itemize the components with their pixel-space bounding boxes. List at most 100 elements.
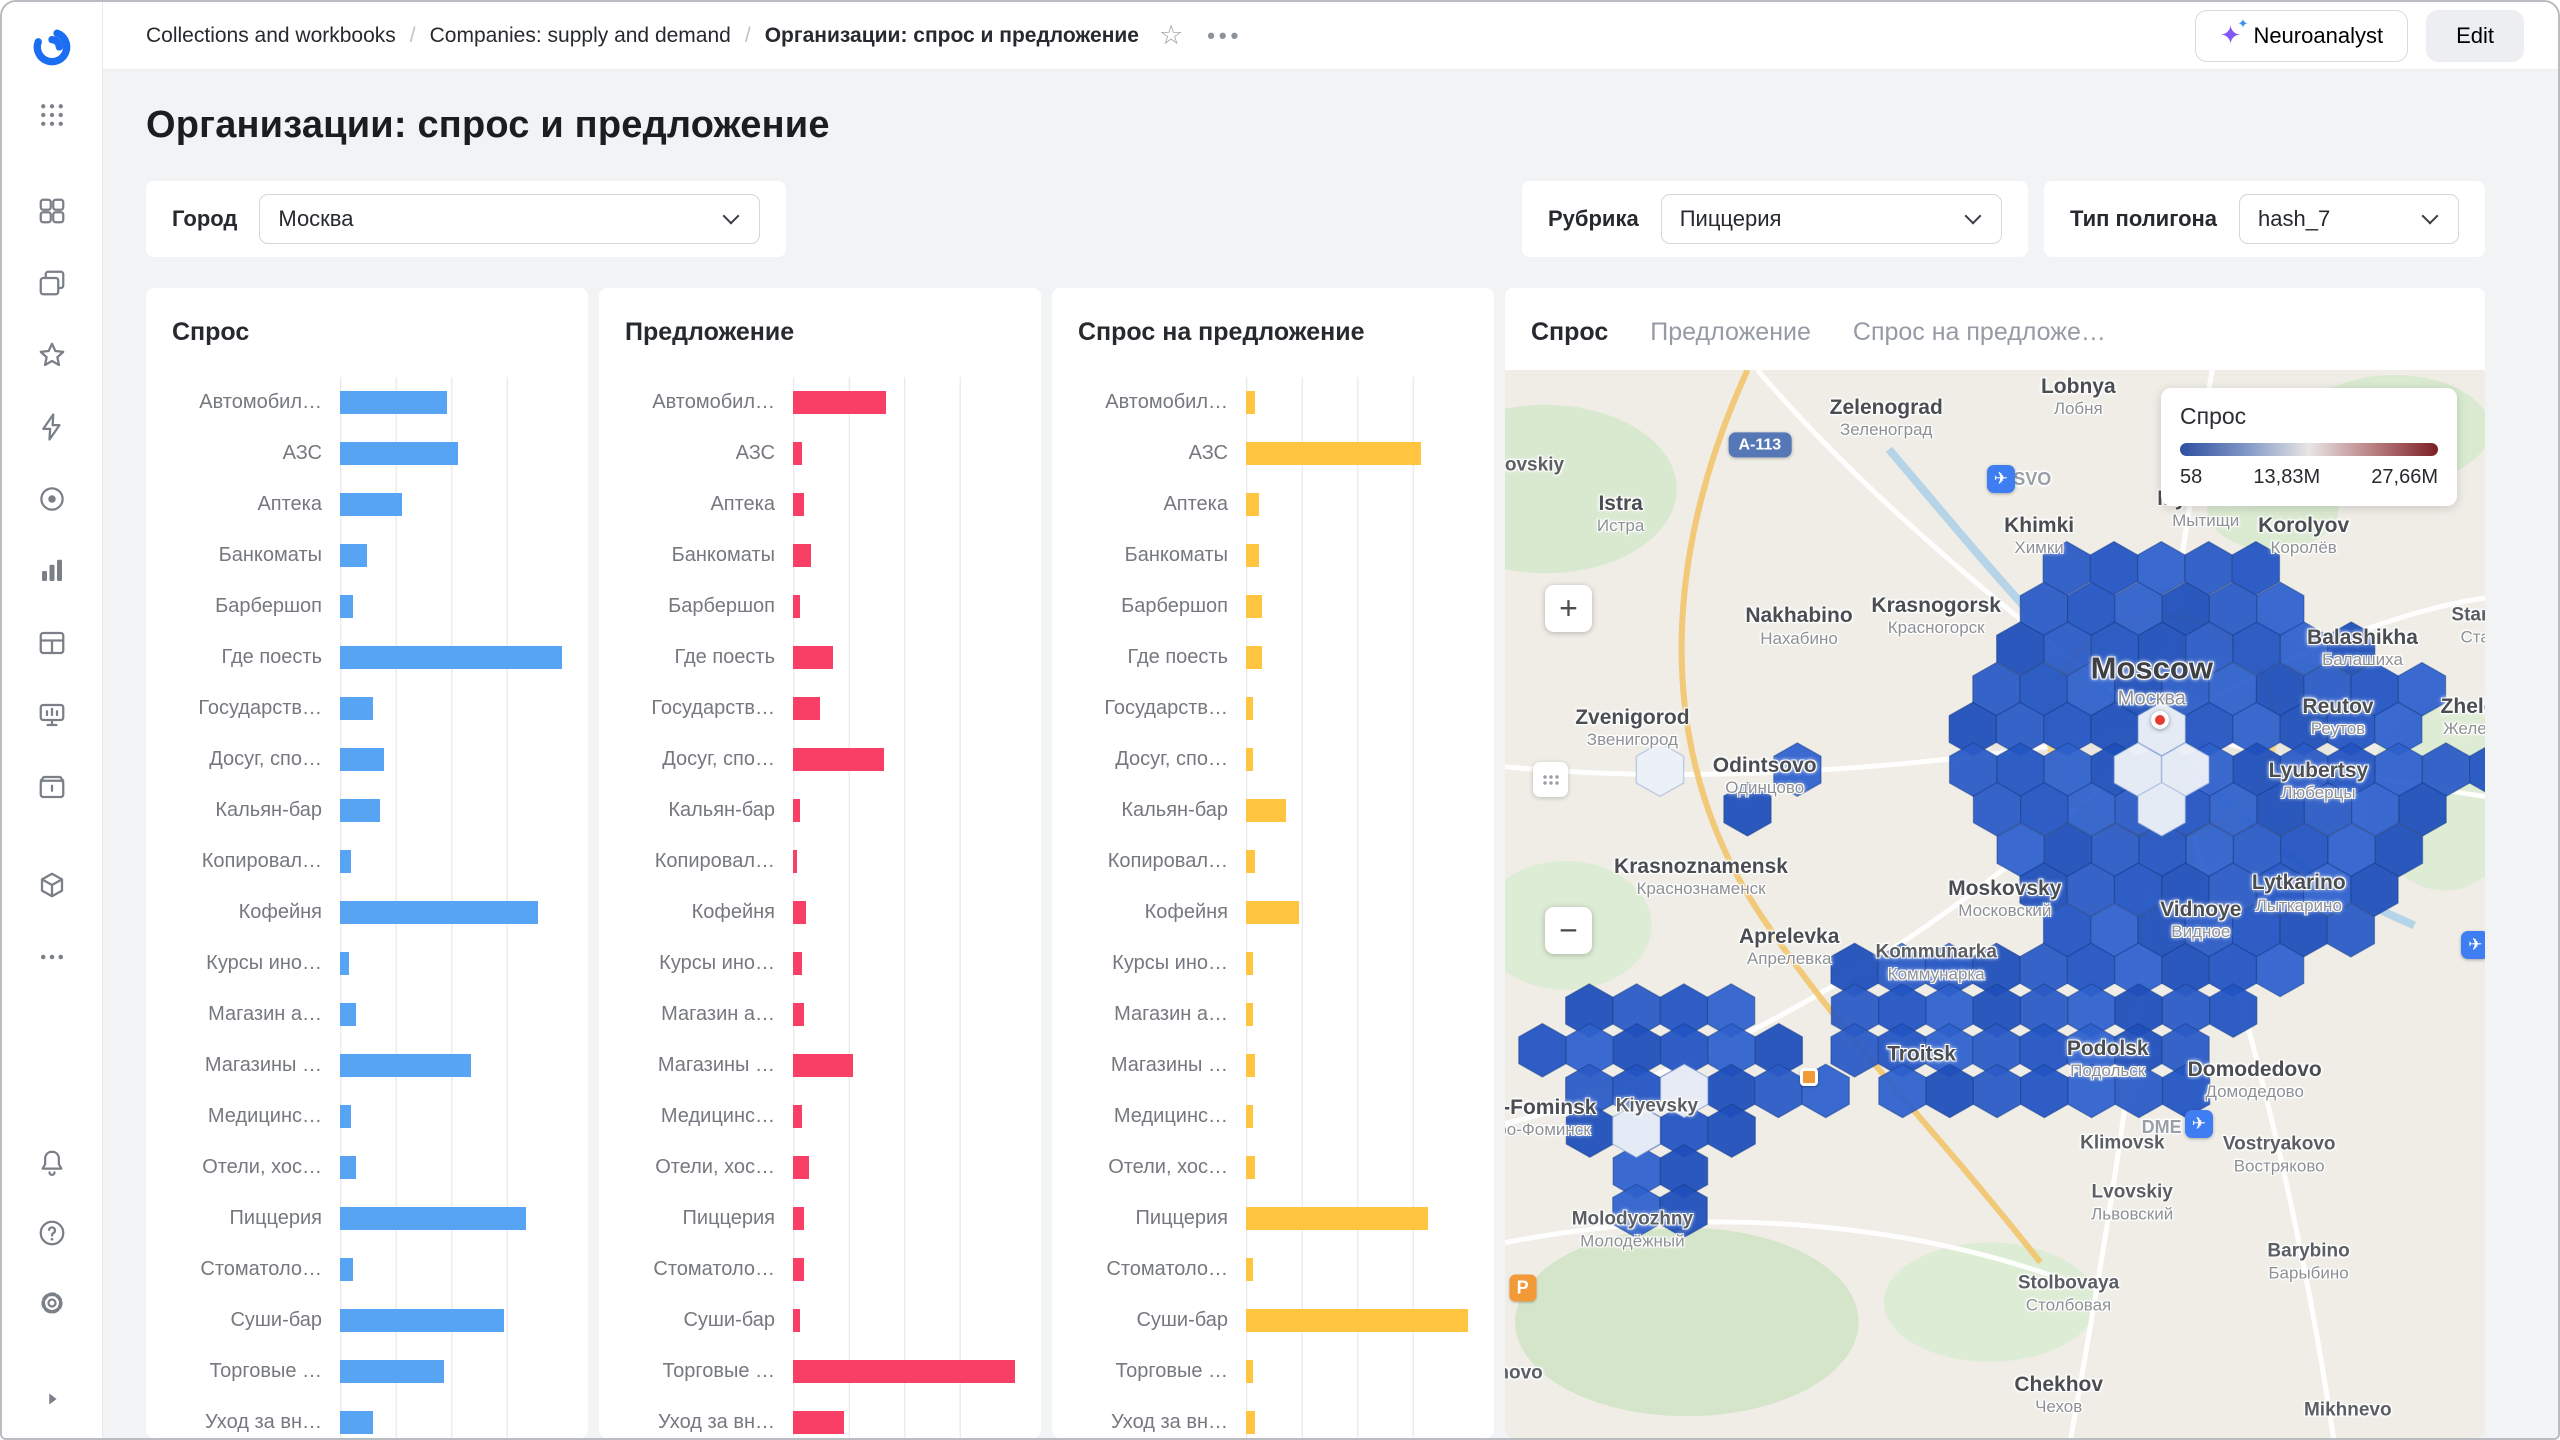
bar[interactable]: [793, 1105, 802, 1128]
breadcrumb-collections[interactable]: Collections and workbooks: [146, 24, 396, 48]
bar[interactable]: [1246, 493, 1259, 516]
bar[interactable]: [793, 1054, 853, 1077]
bar[interactable]: [340, 901, 538, 924]
main-menu-button[interactable]: [24, 90, 80, 140]
bar[interactable]: [1246, 799, 1286, 822]
favorite-star-icon[interactable]: ☆: [1159, 20, 1183, 51]
collapse-sidebar-button[interactable]: [24, 1374, 80, 1424]
bar-category-label: Курсы ино…: [625, 938, 775, 989]
bar[interactable]: [793, 952, 802, 975]
bar[interactable]: [340, 595, 353, 618]
bar[interactable]: [1246, 1054, 1255, 1077]
bar[interactable]: [340, 799, 380, 822]
sidebar-item-editor[interactable]: [24, 690, 80, 740]
bar[interactable]: [340, 697, 373, 720]
city-select[interactable]: Москва: [259, 194, 760, 244]
bar[interactable]: [340, 850, 351, 873]
bar[interactable]: [1246, 1411, 1255, 1434]
polygon-select[interactable]: hash_7: [2239, 194, 2459, 244]
sidebar-item-more[interactable]: [24, 932, 80, 982]
sidebar-item-favorites[interactable]: [24, 330, 80, 380]
bar[interactable]: [340, 1411, 373, 1434]
bar[interactable]: [793, 1258, 804, 1281]
bar[interactable]: [793, 901, 806, 924]
bar[interactable]: [340, 646, 562, 669]
settings-button[interactable]: [24, 1278, 80, 1328]
bar[interactable]: [1246, 952, 1253, 975]
map-tab-supply[interactable]: Предложение: [1650, 318, 1811, 347]
chevron-down-icon: [1965, 208, 1982, 225]
bar[interactable]: [793, 748, 884, 771]
bar[interactable]: [340, 442, 458, 465]
sidebar-item-charts[interactable]: [24, 546, 80, 596]
bar[interactable]: [1246, 901, 1299, 924]
bar[interactable]: [793, 646, 833, 669]
zoom-out-button[interactable]: −: [1545, 907, 1592, 954]
bar[interactable]: [340, 1105, 351, 1128]
bar[interactable]: [340, 391, 447, 414]
bar[interactable]: [793, 1207, 804, 1230]
bar[interactable]: [793, 1360, 1015, 1383]
rubric-select[interactable]: Пиццерия: [1661, 194, 2002, 244]
bar[interactable]: [340, 1003, 356, 1026]
bar[interactable]: [1246, 1003, 1253, 1026]
bar[interactable]: [1246, 442, 1421, 465]
bar[interactable]: [340, 1360, 444, 1383]
bar[interactable]: [1246, 1309, 1468, 1332]
bar[interactable]: [1246, 1105, 1253, 1128]
bar[interactable]: [340, 1207, 526, 1230]
neuroanalyst-button[interactable]: ✦✦ Neuroanalyst: [2195, 10, 2408, 62]
bar[interactable]: [793, 391, 886, 414]
zoom-in-button[interactable]: +: [1545, 585, 1592, 632]
bar[interactable]: [340, 1309, 504, 1332]
bar[interactable]: [793, 1156, 809, 1179]
bar[interactable]: [793, 1003, 804, 1026]
map-tab-demand[interactable]: Спрос: [1531, 318, 1608, 347]
bar[interactable]: [793, 697, 820, 720]
bar[interactable]: [793, 595, 800, 618]
bar[interactable]: [340, 952, 349, 975]
edit-button[interactable]: Edit: [2426, 10, 2524, 62]
bar[interactable]: [1246, 748, 1253, 771]
bar[interactable]: [340, 544, 367, 567]
bar[interactable]: [793, 850, 797, 873]
bar[interactable]: [1246, 391, 1255, 414]
chart-body: Автомобил…АЗСАптекаБанкоматыБарбершопГде…: [1078, 377, 1468, 1438]
notifications-button[interactable]: [24, 1138, 80, 1188]
help-button[interactable]: [24, 1208, 80, 1258]
bar[interactable]: [1246, 544, 1259, 567]
bar[interactable]: [1246, 697, 1253, 720]
sidebar-item-storage[interactable]: [24, 762, 80, 812]
map[interactable]: ZelenogradЗеленоградLobnyaЛобняrebovskiy…: [1505, 370, 2485, 1438]
sidebar-item-quick-actions[interactable]: [24, 402, 80, 452]
sidebar-item-datasets[interactable]: [24, 618, 80, 668]
bar[interactable]: [340, 493, 402, 516]
bar[interactable]: [793, 799, 800, 822]
bar[interactable]: [1246, 850, 1255, 873]
bar[interactable]: [340, 1054, 471, 1077]
bar[interactable]: [1246, 1156, 1255, 1179]
bar[interactable]: [793, 544, 811, 567]
bar[interactable]: [1246, 1360, 1253, 1383]
datalens-logo[interactable]: [24, 22, 80, 72]
bar[interactable]: [340, 1258, 353, 1281]
breadcrumb-workbook[interactable]: Companies: supply and demand: [430, 24, 731, 48]
bar[interactable]: [340, 748, 384, 771]
bar[interactable]: [793, 493, 804, 516]
bar[interactable]: [793, 442, 802, 465]
sidebar-item-services[interactable]: [24, 860, 80, 910]
map-drag-handle[interactable]: [1533, 762, 1568, 797]
sidebar-item-dashboards[interactable]: [24, 186, 80, 236]
bar[interactable]: [1246, 1258, 1253, 1281]
bar[interactable]: [793, 1309, 800, 1332]
bar[interactable]: [1246, 595, 1262, 618]
sidebar-item-collections[interactable]: [24, 258, 80, 308]
bar[interactable]: [1246, 1207, 1428, 1230]
bar[interactable]: [1246, 646, 1262, 669]
bar[interactable]: [340, 1156, 356, 1179]
breadcrumb-more-icon[interactable]: •••: [1207, 23, 1242, 49]
bar[interactable]: [793, 1411, 844, 1434]
sidebar-item-monitoring[interactable]: [24, 474, 80, 524]
map-tab-demand-per-supply[interactable]: Спрос на предложе…: [1853, 318, 2106, 347]
bar-track: [793, 1244, 1015, 1295]
